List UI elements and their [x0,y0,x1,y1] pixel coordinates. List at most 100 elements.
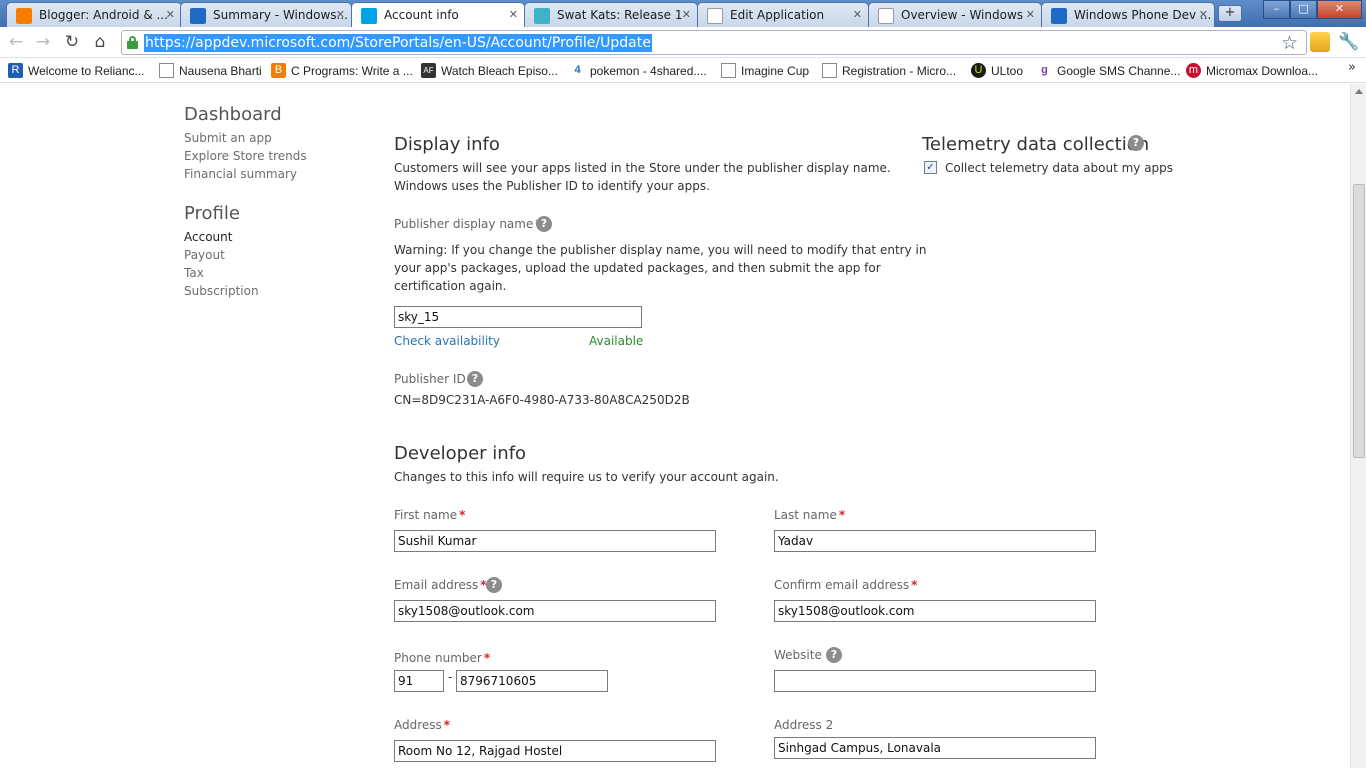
tab-edit-application[interactable]: Edit Application ✕ [697,2,869,27]
close-icon[interactable]: ✕ [509,8,518,21]
profile-heading: Profile [184,203,240,224]
label-text: Email address [394,578,479,592]
nav-payout[interactable]: Payout [184,248,225,262]
required-mark: * [483,651,491,665]
website-field[interactable] [774,670,1096,692]
tab-summary-windows[interactable]: Summary - Windows... ✕ [180,2,352,27]
forward-arrow-icon[interactable]: → [31,31,55,53]
windows-icon [1051,8,1067,24]
close-icon[interactable]: ✕ [1026,8,1035,21]
vertical-scrollbar[interactable] [1350,84,1366,768]
bookmark-item[interactable]: m Micromax Downloa... [1186,62,1318,79]
browser-tab-strip: Blogger: Android & ... ✕ Summary - Windo… [0,0,1366,27]
close-icon[interactable]: ✕ [336,8,345,21]
address-field[interactable]: Room No 12, Rajgad Hostel [394,740,716,762]
tab-account-info[interactable]: Account info ✕ [351,2,525,27]
new-tab-button[interactable]: + [1218,5,1242,22]
close-icon[interactable]: ✕ [853,8,862,21]
email-field[interactable]: sky1508@outlook.com [394,600,716,622]
nav-financial-summary[interactable]: Financial summary [184,167,297,181]
check-availability-link[interactable]: Check availability [394,334,500,348]
bookmarks-bar: R Welcome to Relianc... Nausena Bharti B… [0,58,1366,83]
label-text: Last name [774,508,837,522]
bookmark-label: pokemon - 4shared.... [590,63,707,78]
close-icon[interactable]: ✕ [166,8,175,21]
help-icon[interactable]: ? [1128,135,1144,151]
display-info-heading: Display info [394,134,500,155]
address2-field[interactable]: Sinhgad Campus, Lonavala [774,737,1096,759]
tab-title: Account info [384,8,459,22]
page-icon [159,63,174,78]
blogger-icon: B [271,63,286,78]
bookmark-item[interactable]: Nausena Bharti [159,62,262,79]
bookmark-star-icon[interactable]: ☆ [1281,32,1298,54]
tab-blogger[interactable]: Blogger: Android & ... ✕ [6,2,182,27]
publisher-id-value: CN=8D9C231A-A6F0-4980-A733-80A8CA250D2B [394,393,690,407]
reload-icon[interactable]: ↻ [60,31,84,53]
url-text[interactable]: https://appdev.microsoft.com/StorePortal… [144,34,652,52]
telemetry-checkbox[interactable]: ✓ [924,161,937,174]
nav-submit-app[interactable]: Submit an app [184,131,272,145]
tab-title: Windows Phone Dev ... [1074,8,1212,22]
bookmark-item[interactable]: B C Programs: Write a ... [271,62,413,79]
publisher-warning-1: Warning: If you change the publisher dis… [394,243,927,257]
tab-overview-windows[interactable]: Overview - Windows ✕ [868,2,1042,27]
home-icon[interactable]: ⌂ [88,31,112,53]
wrench-menu-icon[interactable]: 🔧 [1338,32,1359,52]
page-icon [822,63,837,78]
tab-title: Overview - Windows [901,8,1024,22]
nav-tax[interactable]: Tax [184,266,204,280]
bookmark-item[interactable]: AF Watch Bleach Episo... [421,62,558,79]
bookmarks-overflow-chevron-icon[interactable]: » [1348,60,1356,75]
confirm-email-field[interactable]: sky1508@outlook.com [774,600,1096,622]
minimize-button[interactable]: – [1263,0,1290,19]
required-mark: * [443,718,451,732]
tab-windows-phone-dev[interactable]: Windows Phone Dev ... ✕ [1041,2,1215,27]
tab-title: Swat Kats: Release 1 [557,8,683,22]
publisher-warning-3: certification again. [394,279,507,293]
help-icon[interactable]: ? [536,216,552,232]
close-icon[interactable]: ✕ [1199,8,1208,21]
windows-icon [361,8,377,24]
phone-number-field[interactable]: 8796710605 [456,670,608,692]
required-mark: * [459,508,466,522]
extension-icon[interactable] [1310,32,1330,52]
bookmark-item[interactable]: R Welcome to Relianc... [8,62,145,79]
google-icon: g [1037,63,1052,78]
bookmark-item[interactable]: 4 pokemon - 4shared.... [570,62,707,79]
page-icon [721,63,736,78]
nav-explore-store-trends[interactable]: Explore Store trends [184,149,307,163]
bookmark-item[interactable]: Registration - Micro... [822,62,956,79]
bookmark-label: C Programs: Write a ... [291,63,413,78]
maximize-button[interactable]: □ [1290,0,1317,19]
required-mark: * [911,578,918,592]
close-window-button[interactable]: ✕ [1317,0,1362,19]
bookmark-item[interactable]: U ULtoo [971,62,1023,79]
label-text: Confirm email address [774,578,910,592]
nav-subscription[interactable]: Subscription [184,284,259,298]
phone-country-code-field[interactable]: 91 [394,670,444,692]
bookmark-item[interactable]: g Google SMS Channe... [1037,62,1180,79]
window-controls: – □ ✕ [1263,0,1362,19]
help-icon[interactable]: ? [826,647,842,663]
last-name-field[interactable]: Yadav [774,530,1096,552]
help-icon[interactable]: ? [486,577,502,593]
page-icon [878,8,894,24]
scroll-up-arrow-icon[interactable] [1355,89,1363,94]
first-name-field[interactable]: Sushil Kumar [394,530,716,552]
help-icon[interactable]: ? [467,371,483,387]
close-icon[interactable]: ✕ [682,8,691,21]
tab-swat-kats[interactable]: Swat Kats: Release 1 ✕ [524,2,698,27]
bookmark-item[interactable]: Imagine Cup [721,62,809,79]
confirm-email-label: Confirm email address * [774,578,917,592]
back-arrow-icon[interactable]: ← [4,31,28,53]
developer-info-description: Changes to this info will require us to … [394,470,779,484]
developer-info-heading: Developer info [394,443,527,464]
scrollbar-thumb[interactable] [1353,184,1365,458]
required-mark: * [838,508,846,522]
phone-separator: - [448,670,453,684]
publisher-display-name-input[interactable]: sky_15 [394,306,642,328]
tab-title: Summary - Windows... [213,8,348,22]
nav-account[interactable]: Account [184,230,232,244]
address-bar[interactable]: https://appdev.microsoft.com/StorePortal… [121,30,1307,55]
